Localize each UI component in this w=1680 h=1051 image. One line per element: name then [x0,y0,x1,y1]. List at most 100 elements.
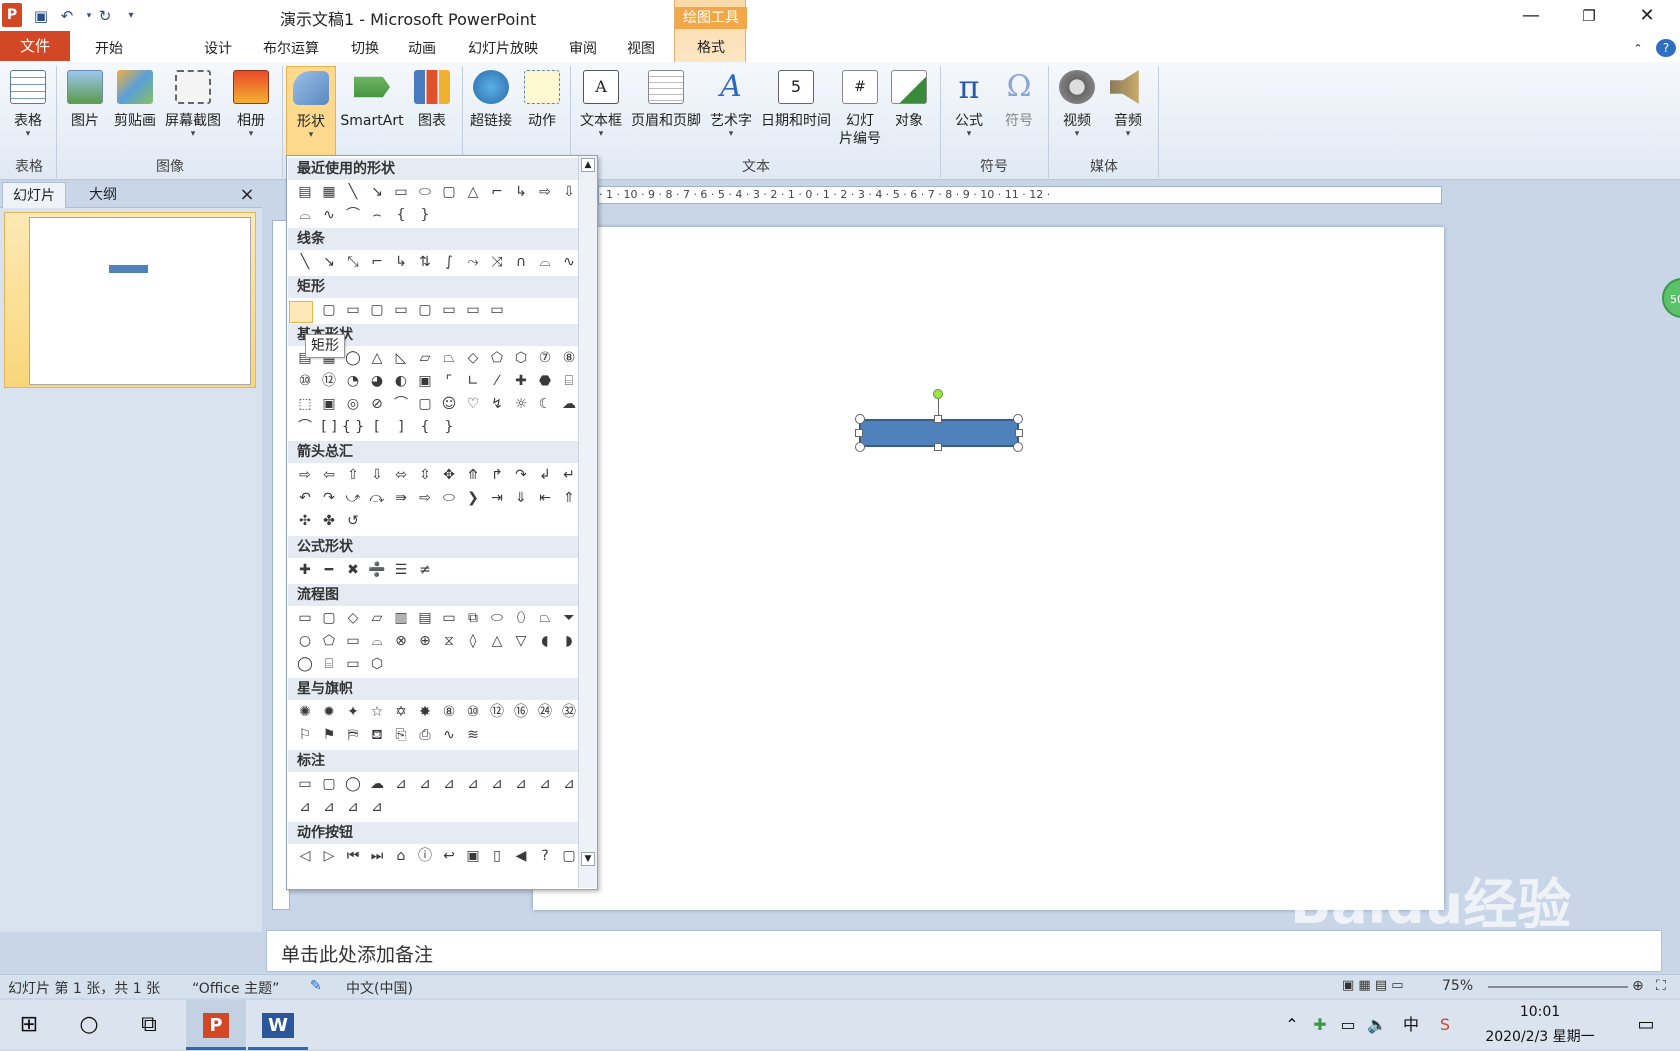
zoom-in-icon[interactable]: ⊕ [1632,978,1644,994]
redo-icon[interactable]: ↻ [94,5,116,27]
restore-icon[interactable]: ❐ [1560,0,1618,32]
tab-transitions[interactable]: 切换 [340,36,390,62]
flowchart-row-3[interactable]: ◯ ⌸ ▭ ⬡ [293,653,389,675]
wordart-button[interactable]: A 艺术字 ▾ [706,66,756,148]
minimize-icon[interactable]: — [1502,0,1560,32]
sogou-icon[interactable]: S [1430,1000,1460,1050]
basic-shapes-row-4[interactable]: ⌒[ ]{ }[]{} [293,416,461,438]
resize-handle-se[interactable] [1013,442,1023,452]
undo-icon[interactable]: ↶ [56,5,78,27]
tab-slides[interactable]: 幻灯片 [2,182,66,208]
spellcheck-icon[interactable]: ✎ [310,978,322,994]
object-button[interactable]: 对象 [886,66,932,148]
shapes-button[interactable]: 形状 ▾ [286,66,336,156]
ime-indicator[interactable]: 中 [1396,1000,1426,1050]
resize-handle-e[interactable] [1015,429,1023,437]
save-icon[interactable]: ▣ [30,5,52,27]
close-icon[interactable]: ✕ [1618,0,1676,32]
arrow-shapes-row-1[interactable]: ⇨ ⇦ ⇧ ⇩ ⬄ ⇳ ✥ ⤊ ↱ ↷ ↲ ↵ [293,464,581,486]
clipart-button[interactable]: 剪贴画 [110,66,160,148]
volume-icon[interactable]: 🔈 [1364,1000,1390,1050]
arrow-shapes-row-2[interactable]: ↶ ↷ ⤻ ⤼ ⇛ ⇨ ⬭ ❯ ⇥ ⇓ ⇤ ⇑ [293,487,581,509]
slide-thumbnail[interactable] [29,217,251,385]
tab-file[interactable]: 文件 [0,31,70,61]
recent-shapes-row[interactable]: ▤ ▦ ╲ ↘ ▭ ⬭ ▢ △ ⌐ ↳ ⇨ ⇩ [293,181,581,203]
star-shapes-row-1[interactable]: ✺ ✹ ✦ ☆ ✡ ✸ ⑧ ⑩ ⑫ ⑯ ㉔㉜ [293,701,581,723]
rectangle-shapes-row[interactable]: ▭▢▭▢▭▢▭▭▭ [293,299,509,321]
flowchart-row-1[interactable]: ▭ ▢ ◇ ▱ ▥ ▤ ▭ ⧉ ⬭ ⬯ ⏢ ⏷ [293,607,581,629]
arrow-shapes-row-3[interactable]: ✣ ✤ ↺ [293,510,365,532]
slide-number-button[interactable]: # 幻灯 片编号 [836,66,884,148]
tray-chevron-icon[interactable]: ⌃ [1280,1000,1304,1050]
tab-animations[interactable]: 动画 [397,36,447,62]
video-button[interactable]: 视频 ▾ [1054,66,1100,148]
symbol-button[interactable]: Ω 符号 [996,66,1042,148]
table-button[interactable]: 表格 ▾ [6,66,50,148]
task-view-icon[interactable]: ⧉ [122,1000,176,1050]
wordart-icon: A [720,69,742,104]
tab-format[interactable]: 格式 [675,37,747,57]
tab-slideshow[interactable]: 幻灯片放映 [458,36,548,62]
taskbar-word-icon[interactable]: W [248,1000,308,1050]
customize-qat-icon[interactable]: ▾ [120,5,142,27]
resize-handle-nw[interactable] [855,414,865,424]
help-icon[interactable]: ? [1656,39,1676,57]
resize-handle-w[interactable] [855,429,863,437]
language-status[interactable]: 中文(中国) [346,978,413,998]
basic-shapes-row-2[interactable]: ⑩ ⑫ ◔ ◕ ◐ ▣ ⌜ ∟ ⁄ ✚ ⬣ ⌸ [293,370,581,392]
datetime-button[interactable]: 5 日期和时间 [758,66,834,148]
callout-shapes-row-1[interactable]: ▭ ▢ ◯ ☁ ⊿ ⊿ ⊿ ⊿ ⊿ ⊿ ⊿ ⊿ [293,773,581,795]
basic-shapes-row-3[interactable]: ⬚ ▣ ◎ ⊘ ⌒ ▢ ☺ ♡ ↯ ☼ ☾ ☁ [293,393,581,415]
smartart-button[interactable]: SmartArt [338,66,406,148]
star-shapes-row-2[interactable]: ⚐ ⚑ ⛿ ⛾ ⎘ ⎙ ∿ ≋ [293,724,485,746]
picture-button[interactable]: 图片 [64,66,106,148]
resize-handle-n[interactable] [934,415,942,423]
tab-home[interactable]: 开始 [85,36,133,62]
flowchart-row-2[interactable]: ○ ⬠ ▭ ⌓ ⊗ ⊕ ⧖ ◊ △ ▽ ◖ ◗ [293,630,581,652]
floating-badge[interactable]: 50 [1662,278,1680,318]
notification-icon[interactable]: ▭ [1624,1000,1668,1050]
rectangle-shape-option[interactable] [289,301,313,323]
action-button[interactable]: 动作 [520,66,564,148]
equation-button[interactable]: π 公式 ▾ [946,66,992,148]
tab-outline[interactable]: 大纲 [70,182,136,208]
collapse-ribbon-icon[interactable]: ⌃ [1628,36,1648,62]
resize-handle-ne[interactable] [1013,414,1023,424]
textbox-button[interactable]: A 文本框 ▾ [576,66,626,148]
slide-canvas[interactable] [533,227,1444,910]
resize-handle-sw[interactable] [855,442,865,452]
equation-shapes-row[interactable]: ✚ ━ ✖ ➗ ☰ ≠ [293,559,437,581]
search-icon[interactable]: ○ [62,1000,116,1050]
scroll-up-icon[interactable]: ▲ [581,158,595,172]
hyperlink-button[interactable]: 超链接 [466,66,516,148]
view-buttons[interactable]: ▣ ▦ ▤ ▭ [1342,978,1404,993]
powerpoint-app-icon[interactable]: P [2,3,22,27]
screenshot-button[interactable]: 屏幕截图 ▾ [162,66,224,148]
chart-button[interactable]: 图表 [410,66,454,148]
tab-review[interactable]: 审阅 [558,36,608,62]
taskbar-powerpoint-icon[interactable]: P [186,1000,246,1050]
header-footer-button[interactable]: 页眉和页脚 [628,66,704,148]
gallery-scrollbar[interactable]: ▲ ▼ [578,156,597,888]
scroll-down-icon[interactable]: ▼ [581,852,595,866]
line-shapes-row[interactable]: ╲ ↘ ⤡ ⌐ ↳ ⇅ ∫ ⤳ ⤨ ∩ ⌓ ∿ [293,251,581,273]
callout-shapes-row-2[interactable]: ⊿ ⊿ ⊿ ⊿ [293,796,389,818]
resize-handle-s[interactable] [934,443,942,451]
tab-boolean[interactable]: 布尔运算 [255,36,327,62]
audio-button[interactable]: 音频 ▾ [1104,66,1152,148]
photo-album-button[interactable]: 相册 ▾ [228,66,274,148]
action-buttons-row[interactable]: ◁ ▷ ⏮ ⏭ ⌂ ⓘ ↩ ▣ ▯ ◀? ▢ [293,845,581,867]
zoom-slider[interactable] [1488,986,1628,988]
clock-date[interactable]: 2020/2/3 星期一 [1470,1026,1610,1046]
recent-shapes-row-2[interactable]: ⌓ ∿ ⌒ ⌢{} [293,204,437,226]
zoom-level[interactable]: 75% [1442,978,1473,994]
clock-time[interactable]: 10:01 [1470,1004,1610,1020]
tab-design[interactable]: 设计 [193,36,243,62]
close-panel-icon[interactable]: × [236,182,258,208]
windows-start-icon[interactable]: ⊞ [2,1000,56,1050]
tray-plus-icon[interactable]: ✚ [1308,1000,1332,1050]
fit-to-window-icon[interactable]: ⛶ [1656,978,1666,994]
rotation-handle[interactable] [933,389,943,399]
network-icon[interactable]: ▭ [1334,1000,1362,1050]
tab-view[interactable]: 视图 [616,36,666,62]
